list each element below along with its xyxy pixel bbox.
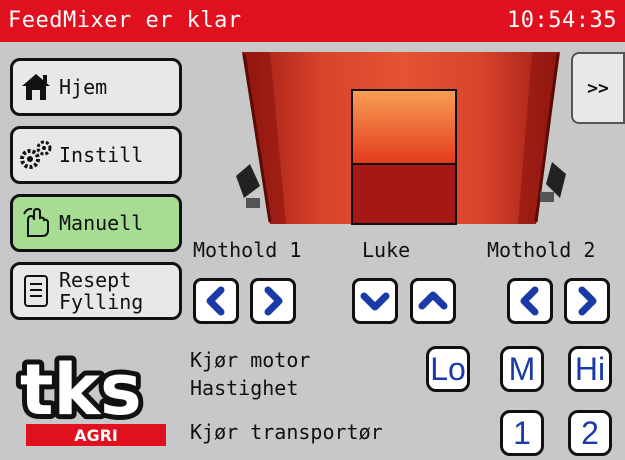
tks-agri-logo: tks tks AGRI xyxy=(15,348,166,446)
conveyor-1-button[interactable]: 1 xyxy=(500,410,544,456)
clock: 10:54:35 xyxy=(507,8,617,33)
mixer-illustration xyxy=(236,52,566,225)
gears-icon xyxy=(17,136,55,174)
counter2-left-button[interactable] xyxy=(507,278,553,324)
hatch-down-button[interactable] xyxy=(352,278,398,324)
chevron-left-icon xyxy=(520,286,539,316)
conveyor-2-button[interactable]: 2 xyxy=(568,410,612,456)
document-icon xyxy=(17,272,55,310)
settings-label: Instill xyxy=(59,143,144,167)
chevron-up-icon xyxy=(418,291,448,310)
svg-text:AGRI: AGRI xyxy=(74,426,118,445)
counter2-label: Mothold 2 xyxy=(487,238,596,262)
chevron-left-icon xyxy=(206,286,225,316)
counter1-left-button[interactable] xyxy=(193,278,239,324)
speed-hi-button[interactable]: Hi xyxy=(568,346,612,392)
hatch-up-button[interactable] xyxy=(410,278,456,324)
svg-text:tks: tks xyxy=(20,349,142,431)
chevron-right-icon xyxy=(264,286,283,316)
chevron-down-icon xyxy=(360,292,390,311)
settings-button[interactable]: Instill xyxy=(10,126,182,184)
hand-icon xyxy=(17,204,55,242)
status-title: FeedMixer er klar xyxy=(8,8,242,33)
home-label: Hjem xyxy=(59,75,108,99)
motor-label: Kjør motor xyxy=(190,348,311,372)
counter1-right-button[interactable] xyxy=(250,278,296,324)
chevron-right-icon xyxy=(578,286,597,316)
recipe-label-line1: Resept xyxy=(59,268,132,292)
counter2-right-button[interactable] xyxy=(564,278,610,324)
manual-button[interactable]: Manuell xyxy=(10,194,182,252)
recipe-label-line2: Fylling xyxy=(59,290,144,314)
speed-label: Hastighet xyxy=(190,376,299,400)
counter1-label: Mothold 1 xyxy=(193,238,302,262)
speed-lo-button[interactable]: Lo xyxy=(426,346,470,392)
home-button[interactable]: Hjem xyxy=(10,58,182,116)
recipe-button[interactable]: Resept Fylling xyxy=(10,262,182,320)
home-icon xyxy=(17,68,55,106)
manual-label: Manuell xyxy=(59,211,144,235)
speed-m-button[interactable]: M xyxy=(500,346,544,392)
expand-button[interactable]: >> xyxy=(571,52,625,124)
hatch-label: Luke xyxy=(362,238,411,262)
status-bar: FeedMixer er klar 10:54:35 xyxy=(0,0,625,42)
conveyor-label: Kjør transportør xyxy=(190,420,383,444)
